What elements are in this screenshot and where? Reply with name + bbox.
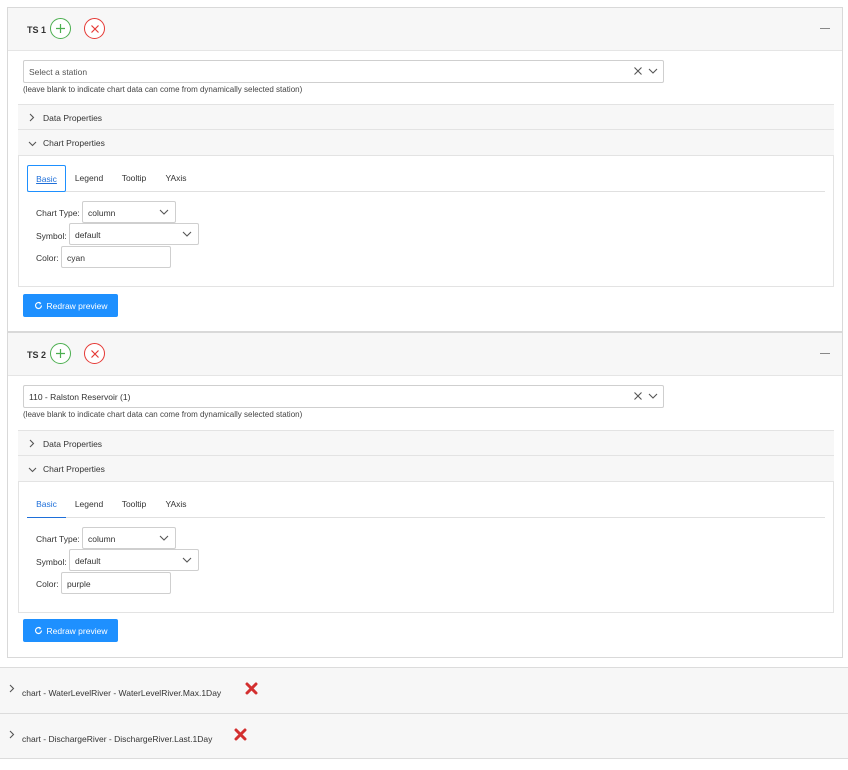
chart-properties-toggle[interactable]: Chart Properties	[18, 456, 834, 482]
chevron-down-icon[interactable]	[648, 67, 658, 77]
chart-row-label: chart - DischargeRiver - DischargeRiver.…	[22, 734, 213, 744]
plus-icon	[56, 24, 65, 33]
collapse-panel-icon[interactable]	[820, 28, 830, 29]
station-hint: (leave blank to indicate chart data can …	[23, 85, 303, 94]
collapse-panel-icon[interactable]	[820, 353, 830, 354]
refresh-icon	[34, 301, 42, 309]
chart-properties-body: Basic Legend Tooltip YAxis Chart Type: c…	[18, 156, 834, 287]
station-hint: (leave blank to indicate chart data can …	[23, 410, 303, 419]
refresh-icon	[34, 626, 42, 634]
plus-icon	[56, 349, 65, 358]
chart-type-value: column	[88, 534, 116, 544]
chevron-down-icon	[182, 556, 192, 566]
tab-tooltip[interactable]: Tooltip	[116, 165, 152, 192]
chart-properties-label: Chart Properties	[43, 138, 105, 148]
tab-yaxis[interactable]: YAxis	[161, 491, 191, 518]
color-label: Color:	[36, 253, 59, 263]
chart-row-1[interactable]: chart - WaterLevelRiver - WaterLevelRive…	[0, 667, 848, 713]
chart-properties-toggle[interactable]: Chart Properties	[18, 130, 834, 156]
redraw-preview-button[interactable]: Redraw preview	[23, 294, 118, 317]
color-input[interactable]: cyan	[61, 246, 171, 268]
chevron-down-icon	[182, 230, 192, 240]
symbol-select[interactable]: default	[69, 223, 199, 245]
chart-properties-tabs: Basic Legend Tooltip YAxis	[27, 491, 825, 518]
symbol-value: default	[75, 556, 101, 566]
color-value: purple	[67, 579, 91, 589]
add-ts-button[interactable]	[50, 18, 71, 39]
tab-legend[interactable]: Legend	[71, 165, 107, 192]
chart-properties-body: Basic Legend Tooltip YAxis Chart Type: c…	[18, 482, 834, 613]
chart-type-label: Chart Type:	[36, 208, 80, 218]
color-label: Color:	[36, 579, 59, 589]
chart-row-label: chart - WaterLevelRiver - WaterLevelRive…	[22, 688, 222, 698]
tab-legend[interactable]: Legend	[71, 491, 107, 518]
ts-panel-1: TS 1 Select a station (leave blank to in…	[7, 7, 843, 332]
symbol-value: default	[75, 230, 101, 240]
color-input[interactable]: purple	[61, 572, 171, 594]
color-value: cyan	[67, 253, 85, 263]
tab-basic[interactable]: Basic	[27, 491, 66, 518]
clear-selection-icon[interactable]	[633, 391, 643, 403]
chevron-down-icon	[159, 534, 169, 544]
chevron-right-icon[interactable]	[9, 730, 15, 741]
chevron-down-icon[interactable]	[648, 392, 658, 402]
chart-properties-label: Chart Properties	[43, 464, 105, 474]
tab-basic[interactable]: Basic	[27, 165, 66, 192]
redraw-preview-button[interactable]: Redraw preview	[23, 619, 118, 642]
close-icon	[90, 349, 99, 358]
symbol-label: Symbol:	[36, 231, 67, 241]
add-ts-button[interactable]	[50, 343, 71, 364]
station-select-placeholder: Select a station	[29, 67, 88, 77]
tab-yaxis[interactable]: YAxis	[161, 165, 191, 192]
redraw-preview-label: Redraw preview	[46, 625, 108, 636]
ts-panel-2: TS 2 110 - Ralston Reservoir (1) (leave …	[7, 332, 843, 658]
redraw-preview-label: Redraw preview	[46, 300, 108, 311]
chart-type-value: column	[88, 208, 116, 218]
chart-properties-tabs: Basic Legend Tooltip YAxis	[27, 165, 825, 192]
data-properties-toggle[interactable]: Data Properties	[18, 104, 834, 130]
chart-type-select[interactable]: column	[82, 527, 176, 549]
chevron-right-icon[interactable]	[9, 684, 15, 695]
station-select-value: 110 - Ralston Reservoir (1)	[29, 392, 131, 402]
ts-header: TS 1	[8, 8, 842, 51]
chevron-down-icon	[159, 208, 169, 218]
remove-ts-button[interactable]	[84, 18, 105, 39]
data-properties-label: Data Properties	[43, 113, 103, 123]
station-select[interactable]: 110 - Ralston Reservoir (1)	[23, 385, 664, 408]
delete-chart-icon[interactable]	[234, 728, 247, 743]
chart-type-label: Chart Type:	[36, 534, 80, 544]
close-icon	[90, 24, 99, 33]
chevron-down-icon	[28, 465, 37, 475]
ts-header: TS 2	[8, 333, 842, 376]
chart-type-select[interactable]: column	[82, 201, 176, 223]
remove-ts-button[interactable]	[84, 343, 105, 364]
ts-title: TS 2	[27, 350, 47, 360]
clear-selection-icon[interactable]	[633, 66, 643, 78]
data-properties-label: Data Properties	[43, 439, 103, 449]
chevron-down-icon	[28, 139, 37, 149]
tab-tooltip[interactable]: Tooltip	[116, 491, 152, 518]
ts-title: TS 1	[27, 25, 47, 35]
chevron-right-icon	[29, 439, 35, 450]
station-select[interactable]: Select a station	[23, 60, 664, 83]
data-properties-toggle[interactable]: Data Properties	[18, 430, 834, 456]
chevron-right-icon	[29, 113, 35, 124]
chart-row-2[interactable]: chart - DischargeRiver - DischargeRiver.…	[0, 713, 848, 759]
symbol-select[interactable]: default	[69, 549, 199, 571]
symbol-label: Symbol:	[36, 557, 67, 567]
delete-chart-icon[interactable]	[245, 682, 258, 697]
